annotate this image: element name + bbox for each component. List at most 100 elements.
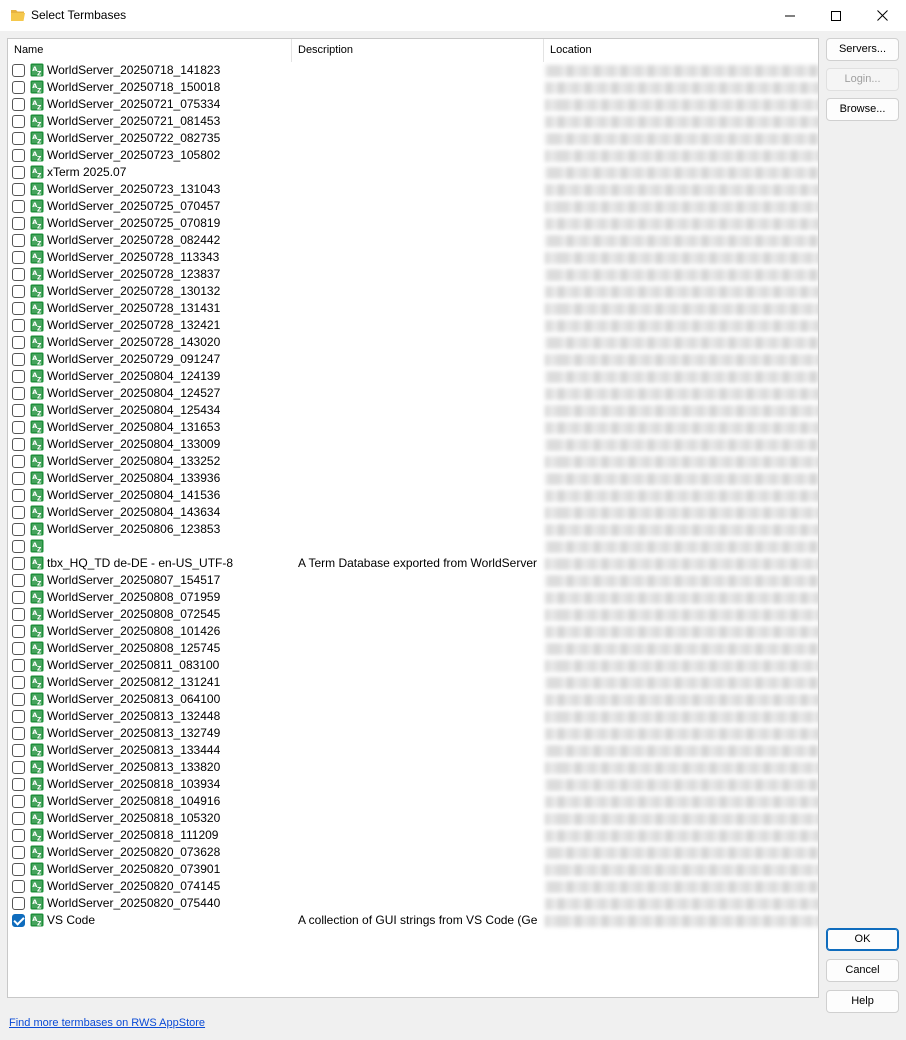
row-checkbox[interactable]: [12, 591, 25, 604]
column-header-description[interactable]: Description: [292, 39, 544, 62]
table-row[interactable]: A Z WorldServer_20250804_124139: [8, 368, 818, 385]
table-row[interactable]: A Z WorldServer_20250804_133936: [8, 470, 818, 487]
ok-button[interactable]: OK: [826, 928, 899, 951]
row-checkbox[interactable]: [12, 574, 25, 587]
table-row[interactable]: A Z WorldServer_20250808_071959: [8, 589, 818, 606]
row-checkbox[interactable]: [12, 81, 25, 94]
table-row[interactable]: A Z WorldServer_20250723_131043: [8, 181, 818, 198]
table-row[interactable]: A Z WorldServer_20250722_082735: [8, 130, 818, 147]
row-checkbox[interactable]: [12, 285, 25, 298]
table-row[interactable]: A Z WorldServer_20250808_101426: [8, 623, 818, 640]
row-checkbox[interactable]: [12, 387, 25, 400]
table-row[interactable]: A Z WorldServer_20250725_070819: [8, 215, 818, 232]
row-checkbox[interactable]: [12, 166, 25, 179]
table-row[interactable]: A Z WorldServer_20250813_064100: [8, 691, 818, 708]
table-row[interactable]: A Z WorldServer_20250728_130132: [8, 283, 818, 300]
row-checkbox[interactable]: [12, 676, 25, 689]
table-row[interactable]: A Z WorldServer_20250718_141823: [8, 62, 818, 79]
table-row[interactable]: A Z WorldServer_20250721_075334: [8, 96, 818, 113]
row-checkbox[interactable]: [12, 421, 25, 434]
row-checkbox[interactable]: [12, 251, 25, 264]
row-checkbox[interactable]: [12, 608, 25, 621]
help-button[interactable]: Help: [826, 990, 899, 1013]
row-checkbox[interactable]: [12, 268, 25, 281]
minimize-button[interactable]: [767, 0, 813, 31]
table-row[interactable]: A Z WorldServer_20250728_143020: [8, 334, 818, 351]
cancel-button[interactable]: Cancel: [826, 959, 899, 982]
row-checkbox[interactable]: [12, 897, 25, 910]
table-row[interactable]: A Z WorldServer_20250804_131653: [8, 419, 818, 436]
row-checkbox[interactable]: [12, 115, 25, 128]
login-button[interactable]: Login...: [826, 68, 899, 91]
table-row[interactable]: A Ztbx_HQ_TD de-DE - en-US_UTF-8 A Term Da…: [8, 555, 818, 572]
appstore-link[interactable]: Find more termbases on RWS AppStore: [9, 1017, 205, 1029]
table-row[interactable]: A Z VS Code A collection of GUI strings fro…: [8, 912, 818, 929]
table-row[interactable]: A Z WorldServer_20250804_141536: [8, 487, 818, 504]
row-checkbox[interactable]: [12, 200, 25, 213]
row-checkbox[interactable]: [12, 744, 25, 757]
table-row[interactable]: A Z WorldServer_20250804_133009: [8, 436, 818, 453]
row-checkbox[interactable]: [12, 455, 25, 468]
row-checkbox[interactable]: [12, 404, 25, 417]
table-row[interactable]: A Z WorldServer_20250804_125434: [8, 402, 818, 419]
table-row[interactable]: A Z WorldServer_20250818_111209: [8, 827, 818, 844]
table-row[interactable]: A ZxTerm 2025.07: [8, 164, 818, 181]
table-row[interactable]: A Z WorldServer_20250725_070457: [8, 198, 818, 215]
column-header-location[interactable]: Location: [544, 39, 818, 62]
row-checkbox[interactable]: [12, 778, 25, 791]
table-row[interactable]: A Z WorldServer_20250807_154517: [8, 572, 818, 589]
row-checkbox[interactable]: [12, 489, 25, 502]
table-row[interactable]: A Z WorldServer_20250804_124527: [8, 385, 818, 402]
row-checkbox[interactable]: [12, 863, 25, 876]
row-checkbox[interactable]: [12, 659, 25, 672]
row-checkbox[interactable]: [12, 149, 25, 162]
servers-button[interactable]: Servers...: [826, 38, 899, 61]
table-row[interactable]: A Z WorldServer_20250806_123853: [8, 521, 818, 538]
maximize-button[interactable]: [813, 0, 859, 31]
table-row[interactable]: A Z WorldServer_20250721_081453: [8, 113, 818, 130]
column-header-name[interactable]: Name: [8, 39, 292, 62]
row-checkbox[interactable]: [12, 506, 25, 519]
table-row[interactable]: A Z WorldServer_20250813_133820: [8, 759, 818, 776]
row-checkbox[interactable]: [12, 795, 25, 808]
table-row[interactable]: A Z WorldServer_20250820_074145: [8, 878, 818, 895]
row-checkbox[interactable]: [12, 642, 25, 655]
close-button[interactable]: [859, 0, 905, 31]
table-row[interactable]: A Z WorldServer_20250808_125745: [8, 640, 818, 657]
row-checkbox[interactable]: [12, 693, 25, 706]
row-checkbox[interactable]: [12, 914, 25, 927]
row-checkbox[interactable]: [12, 472, 25, 485]
table-row[interactable]: A Z WorldServer_20250729_091247: [8, 351, 818, 368]
table-row[interactable]: A Z WorldServer_20250728_131431: [8, 300, 818, 317]
table-row[interactable]: A Z WorldServer_20250812_131241: [8, 674, 818, 691]
row-checkbox[interactable]: [12, 98, 25, 111]
table-row[interactable]: A Z WorldServer_20250723_105802: [8, 147, 818, 164]
table-row[interactable]: A Z WorldServer_20250718_150018: [8, 79, 818, 96]
table-row[interactable]: A Z WorldServer_20250813_133444: [8, 742, 818, 759]
row-checkbox[interactable]: [12, 336, 25, 349]
table-row[interactable]: A Z WorldServer_20250728_113343: [8, 249, 818, 266]
table-row[interactable]: A Z WorldServer_20250818_105320: [8, 810, 818, 827]
row-checkbox[interactable]: [12, 523, 25, 536]
table-row[interactable]: A Z WorldServer_20250808_072545: [8, 606, 818, 623]
row-checkbox[interactable]: [12, 234, 25, 247]
table-row[interactable]: AZ: [8, 538, 818, 555]
row-checkbox[interactable]: [12, 319, 25, 332]
table-row[interactable]: A Z WorldServer_20250813_132749: [8, 725, 818, 742]
row-checkbox[interactable]: [12, 727, 25, 740]
table-row[interactable]: A Z WorldServer_20250813_132448: [8, 708, 818, 725]
row-checkbox[interactable]: [12, 710, 25, 723]
row-checkbox[interactable]: [12, 761, 25, 774]
row-checkbox[interactable]: [12, 132, 25, 145]
row-checkbox[interactable]: [12, 64, 25, 77]
row-checkbox[interactable]: [12, 353, 25, 366]
row-checkbox[interactable]: [12, 540, 25, 553]
row-checkbox[interactable]: [12, 880, 25, 893]
table-row[interactable]: A Z WorldServer_20250818_103934: [8, 776, 818, 793]
row-checkbox[interactable]: [12, 846, 25, 859]
table-row[interactable]: A Z WorldServer_20250804_143634: [8, 504, 818, 521]
table-row[interactable]: A Z WorldServer_20250728_123837: [8, 266, 818, 283]
table-row[interactable]: A Z WorldServer_20250820_073901: [8, 861, 818, 878]
table-row[interactable]: A Z WorldServer_20250818_104916: [8, 793, 818, 810]
table-row[interactable]: A Z WorldServer_20250804_133252: [8, 453, 818, 470]
